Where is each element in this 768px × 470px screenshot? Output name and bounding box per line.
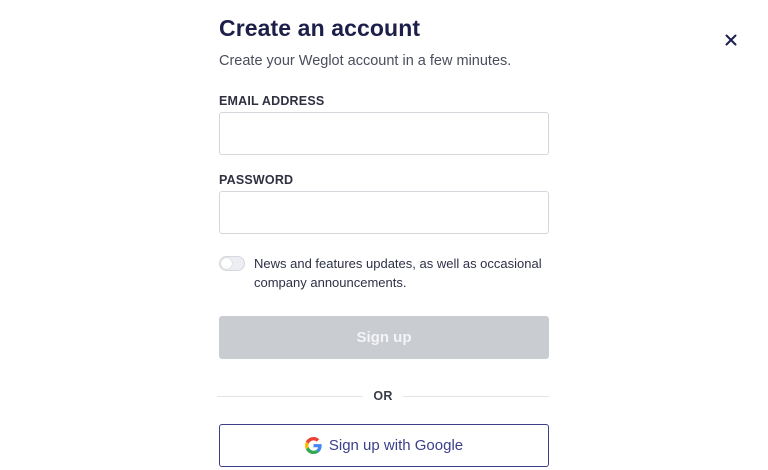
password-label: PASSWORD: [219, 173, 294, 187]
google-sign-up-button[interactable]: Sign up with Google: [219, 424, 549, 467]
signup-page: Create an account Create your Weglot acc…: [0, 0, 768, 470]
page-title: Create an account: [219, 15, 421, 41]
email-field[interactable]: [219, 112, 549, 155]
divider-line-right: [402, 395, 550, 397]
password-field[interactable]: [219, 191, 549, 234]
divider-line-left: [217, 395, 364, 397]
page-subtitle: Create your Weglot account in a few minu…: [219, 53, 512, 69]
close-button[interactable]: [722, 31, 740, 49]
newsletter-label: News and features updates, as well as oc…: [254, 256, 542, 290]
sign-up-button[interactable]: Sign up: [219, 316, 549, 359]
newsletter-toggle[interactable]: [219, 256, 245, 271]
toggle-knob: [221, 258, 232, 269]
divider-label: OR: [373, 389, 393, 403]
email-label: EMAIL ADDRESS: [219, 94, 325, 108]
google-icon: [304, 437, 322, 454]
google-sign-up-label: Sign up with Google: [328, 437, 464, 454]
signup-form: Create an account Create your Weglot acc…: [217, 14, 550, 467]
or-divider: OR: [217, 386, 550, 406]
newsletter-option: News and features updates, as well as oc…: [219, 254, 549, 292]
close-icon[interactable]: [725, 34, 737, 46]
